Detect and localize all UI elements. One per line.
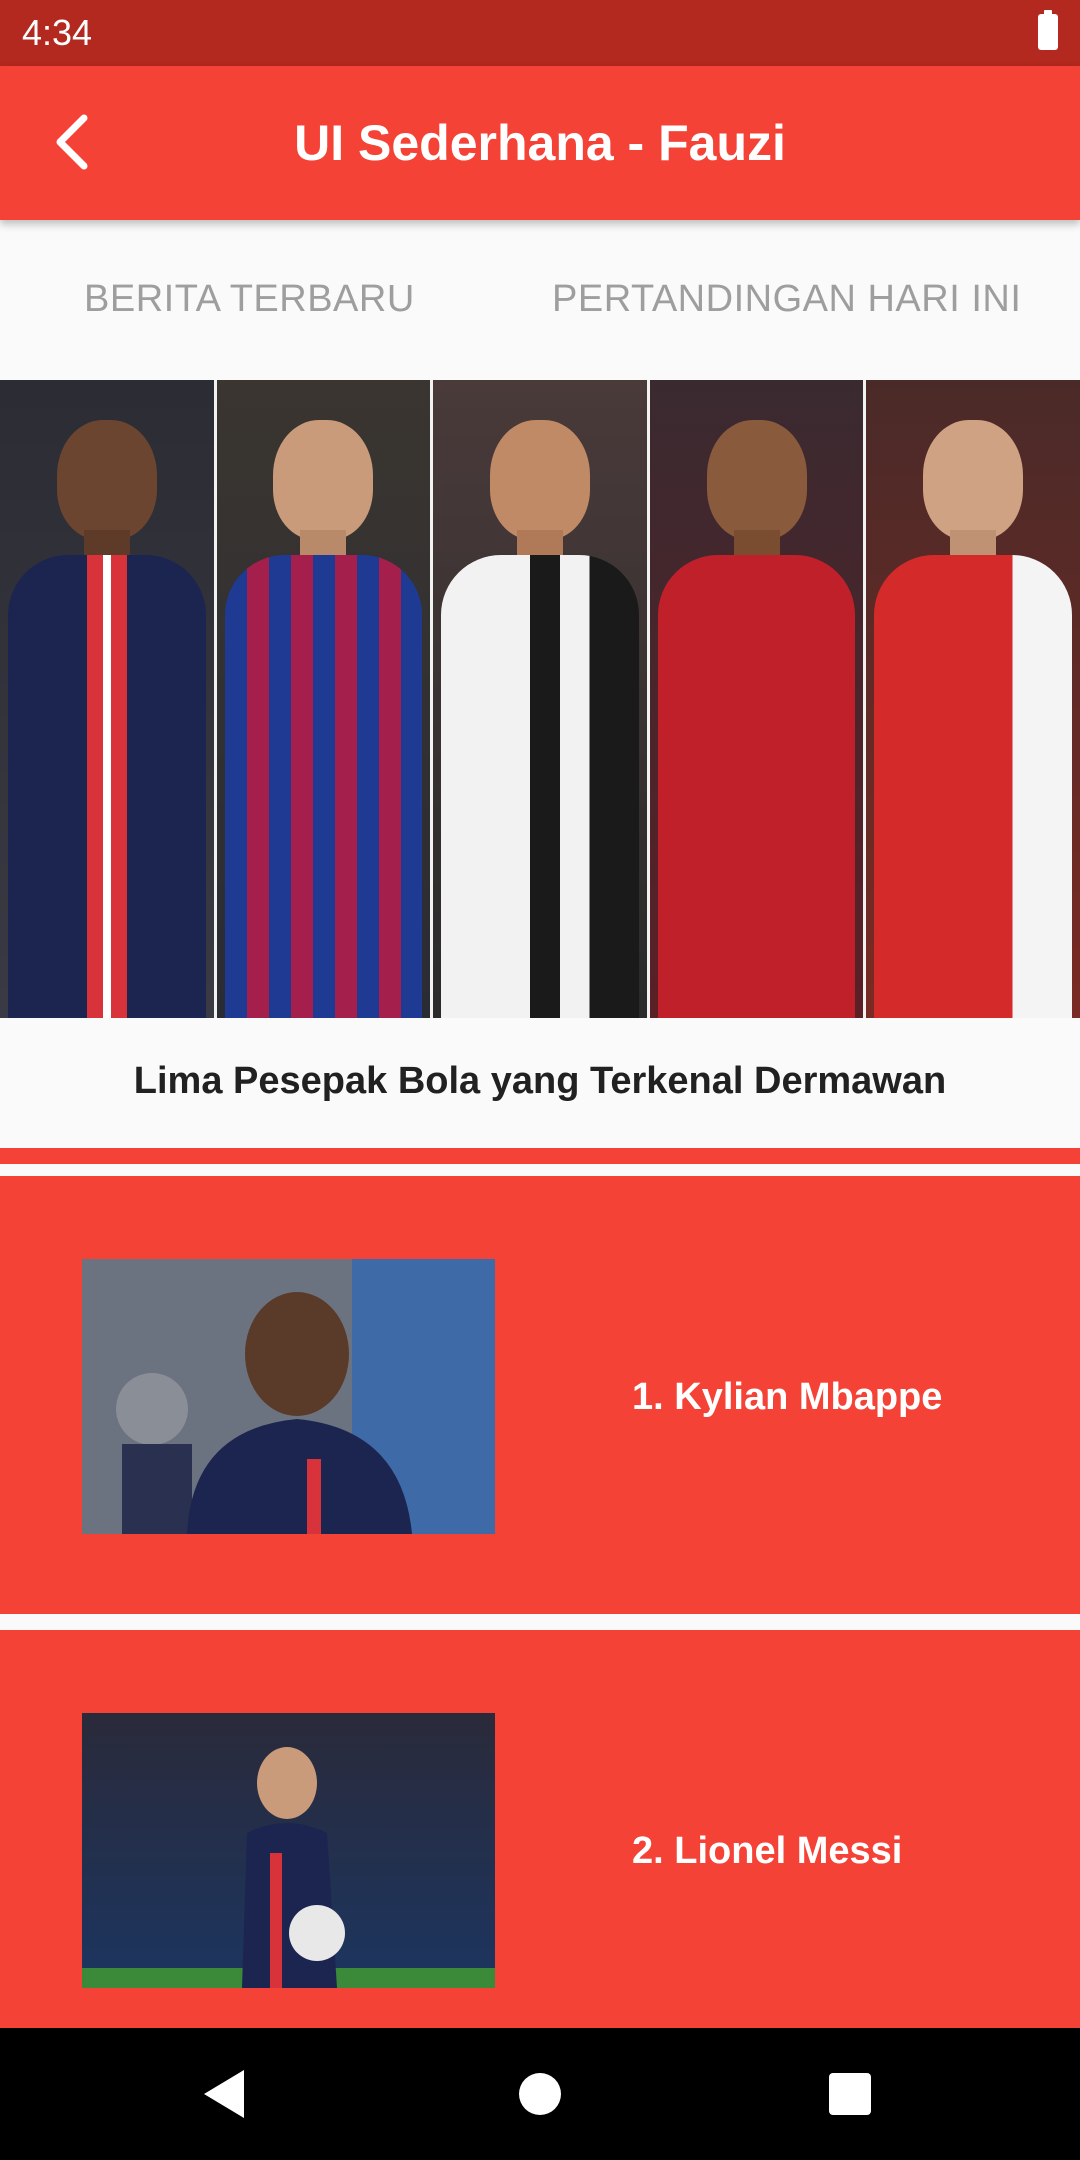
status-time: 4:34 bbox=[22, 12, 93, 53]
hero-player-arsenal bbox=[866, 380, 1080, 1018]
hero-player-juve bbox=[433, 380, 650, 1018]
player-card-mbappe[interactable]: 1. Kylian Mbappe bbox=[0, 1176, 1080, 1614]
player-name: 1. Kylian Mbappe bbox=[632, 1376, 943, 1418]
player-card-messi[interactable]: 2. Lionel Messi bbox=[0, 1630, 1080, 2030]
headline-box: Lima Pesepak Bola yang Terkenal Dermawan bbox=[0, 1018, 1080, 1148]
player-name: 2. Lionel Messi bbox=[632, 1830, 903, 1872]
player-photo-messi bbox=[82, 1713, 495, 1988]
hero-player-psg bbox=[0, 380, 217, 1018]
tab-berita-terbaru[interactable]: BERITA TERBARU bbox=[84, 278, 415, 321]
app-bar: UI Sederhana - Fauzi bbox=[0, 66, 1080, 220]
hero-player-liverpool bbox=[649, 380, 867, 1018]
app-title: UI Sederhana - Fauzi bbox=[294, 115, 786, 171]
hero-image[interactable] bbox=[0, 380, 1080, 1018]
divider bbox=[0, 1148, 1080, 1164]
nav-home-icon[interactable] bbox=[519, 2073, 561, 2115]
tab-pertandingan-hari-ini[interactable]: PERTANDINGAN HARI INI bbox=[552, 278, 1021, 321]
navigation-bar bbox=[0, 2028, 1080, 2160]
status-bar: 4:34 bbox=[0, 0, 1080, 66]
headline-text: Lima Pesepak Bola yang Terkenal Dermawan bbox=[133, 1060, 947, 1102]
nav-back-icon[interactable] bbox=[204, 2070, 244, 2118]
hero-player-barca bbox=[216, 380, 434, 1018]
tab-bar: BERITA TERBARU PERTANDINGAN HARI INI bbox=[0, 220, 1080, 380]
player-photo-mbappe bbox=[82, 1259, 495, 1534]
nav-recents-icon[interactable] bbox=[829, 2073, 871, 2115]
battery-icon bbox=[1038, 10, 1058, 50]
